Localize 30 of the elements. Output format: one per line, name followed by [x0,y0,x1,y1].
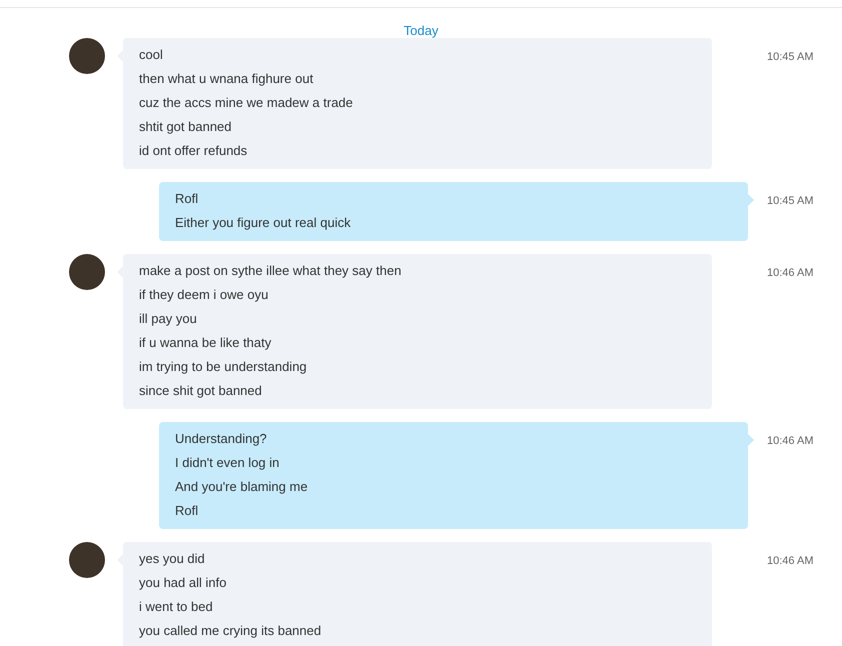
message-time: 10:46 AM [767,554,814,567]
message-text: you called me crying its banned [139,622,322,640]
message-time: 10:46 AM [767,266,814,279]
avatar-photo-placeholder[interactable] [69,254,105,290]
message-time: 10:46 AM [767,434,814,447]
message-text: cool [139,46,164,64]
message-text: ill pay you [139,310,198,328]
message-text: And you're blaming me [175,478,309,496]
message-text: if they deem i owe oyu [139,286,270,304]
message-text: then what u wnana fighure out [139,70,314,88]
message-text: Understanding? [175,430,268,448]
date-divider: Today [404,23,438,38]
message-text: yes you did [139,550,206,568]
message-time: 10:45 AM [767,194,814,207]
message-text: shtit got banned [139,118,233,136]
message-text: i went to bed [139,598,214,616]
message-time: 10:45 AM [767,50,814,63]
message-text: id ont offer refunds [139,142,248,160]
message-text: make a post on sythe illee what they say then [139,262,402,280]
message-text: since shit got banned [139,382,263,400]
message-text: you had all info [139,574,228,592]
avatar-photo-placeholder[interactable] [69,542,105,578]
message-text: cuz the accs mine we madew a trade [139,94,354,112]
message-text: if u wanna be like thaty [139,334,272,352]
message-text: Rofl [175,502,200,520]
message-text: Rofl [175,190,200,208]
message-text: im trying to be understanding [139,358,308,376]
avatar-photo-placeholder[interactable] [69,38,105,74]
message-text: I didn't even log in [175,454,280,472]
message-text: Either you figure out real quick [175,214,352,232]
